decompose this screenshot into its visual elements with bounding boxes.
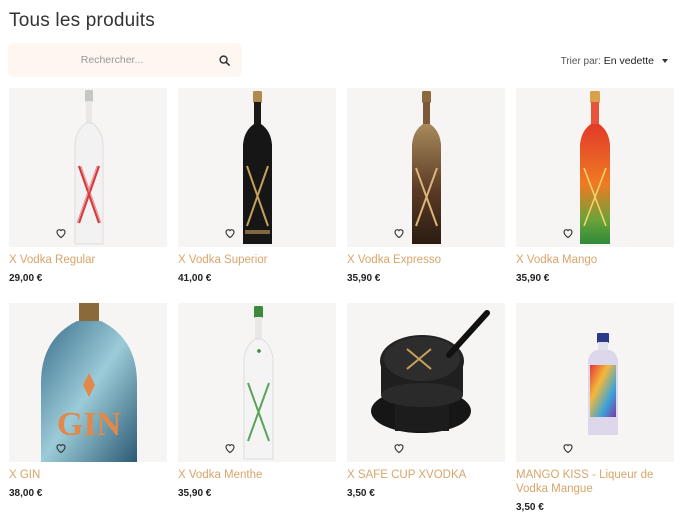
mini-bottle-colorful-image <box>588 333 618 435</box>
white-bottle-red-x-image <box>74 90 104 245</box>
heart-icon[interactable] <box>562 442 574 454</box>
black-bottle-gold-x-image <box>243 91 272 244</box>
product-card[interactable]: X Vodka Expresso 35,90 € <box>347 88 505 284</box>
heart-icon[interactable] <box>224 227 236 239</box>
heart-icon[interactable] <box>55 227 67 239</box>
orange-green-bottle-image <box>580 91 610 244</box>
sort-label: Trier par: <box>560 55 601 67</box>
product-name[interactable]: X Vodka Menthe <box>178 468 336 482</box>
product-name[interactable]: MANGO KISS - Liqueur de Vodka Mangue <box>516 468 674 496</box>
sort-dropdown[interactable]: Trier par: En vedette <box>561 55 668 67</box>
product-image[interactable] <box>178 88 336 247</box>
product-card[interactable]: MANGO KISS - Liqueur de Vodka Mangue 3,5… <box>516 303 674 513</box>
product-price: 41,00 € <box>178 273 212 284</box>
search-icon <box>218 54 230 66</box>
product-image[interactable] <box>516 88 674 247</box>
heart-icon[interactable] <box>393 442 405 454</box>
product-card[interactable]: X Vodka Superior 41,00 € <box>178 88 336 284</box>
caret-down-icon <box>662 59 668 63</box>
blue-gin-bottle-image: GIN <box>41 303 137 462</box>
brown-bottle-gold-x-image <box>412 91 441 244</box>
product-price: 3,50 € <box>347 488 375 499</box>
product-card[interactable]: X SAFE CUP XVODKA 3,50 € <box>347 303 505 499</box>
product-name[interactable]: X Vodka Superior <box>178 253 336 267</box>
product-card[interactable]: GIN X GIN 38,00 € <box>9 303 167 499</box>
heart-icon[interactable] <box>562 227 574 239</box>
product-name[interactable]: X Vodka Mango <box>516 253 674 267</box>
search-bar <box>8 43 242 77</box>
product-price: 35,90 € <box>347 273 381 284</box>
product-name[interactable]: X SAFE CUP XVODKA <box>347 468 505 482</box>
sort-value: En vedette <box>603 55 654 67</box>
product-card[interactable]: X Vodka Menthe 35,90 € <box>178 303 336 499</box>
svg-text:GIN: GIN <box>57 406 122 443</box>
page-title: Tous les produits <box>9 10 155 31</box>
product-image[interactable] <box>178 303 336 462</box>
product-price: 38,00 € <box>9 488 43 499</box>
product-image[interactable] <box>9 88 167 247</box>
product-name[interactable]: X Vodka Expresso <box>347 253 505 267</box>
product-price: 35,90 € <box>178 488 212 499</box>
heart-icon[interactable] <box>393 227 405 239</box>
product-name[interactable]: X Vodka Regular <box>9 253 167 267</box>
black-cup-lid-image <box>371 310 490 433</box>
product-card[interactable]: X Vodka Regular 29,00 € <box>9 88 167 284</box>
heart-icon[interactable] <box>55 442 67 454</box>
product-price: 29,00 € <box>9 273 43 284</box>
heart-icon[interactable] <box>224 442 236 454</box>
product-name[interactable]: X GIN <box>9 468 167 482</box>
white-bottle-green-x-image <box>243 306 274 460</box>
product-image[interactable]: GIN <box>9 303 167 462</box>
product-price: 35,90 € <box>516 273 550 284</box>
product-card[interactable]: X Vodka Mango 35,90 € <box>516 88 674 284</box>
product-image[interactable] <box>347 88 505 247</box>
search-button[interactable] <box>206 43 242 77</box>
product-image[interactable] <box>516 303 674 462</box>
search-input[interactable] <box>8 43 206 77</box>
product-image[interactable] <box>347 303 505 462</box>
product-price: 3,50 € <box>516 502 544 513</box>
